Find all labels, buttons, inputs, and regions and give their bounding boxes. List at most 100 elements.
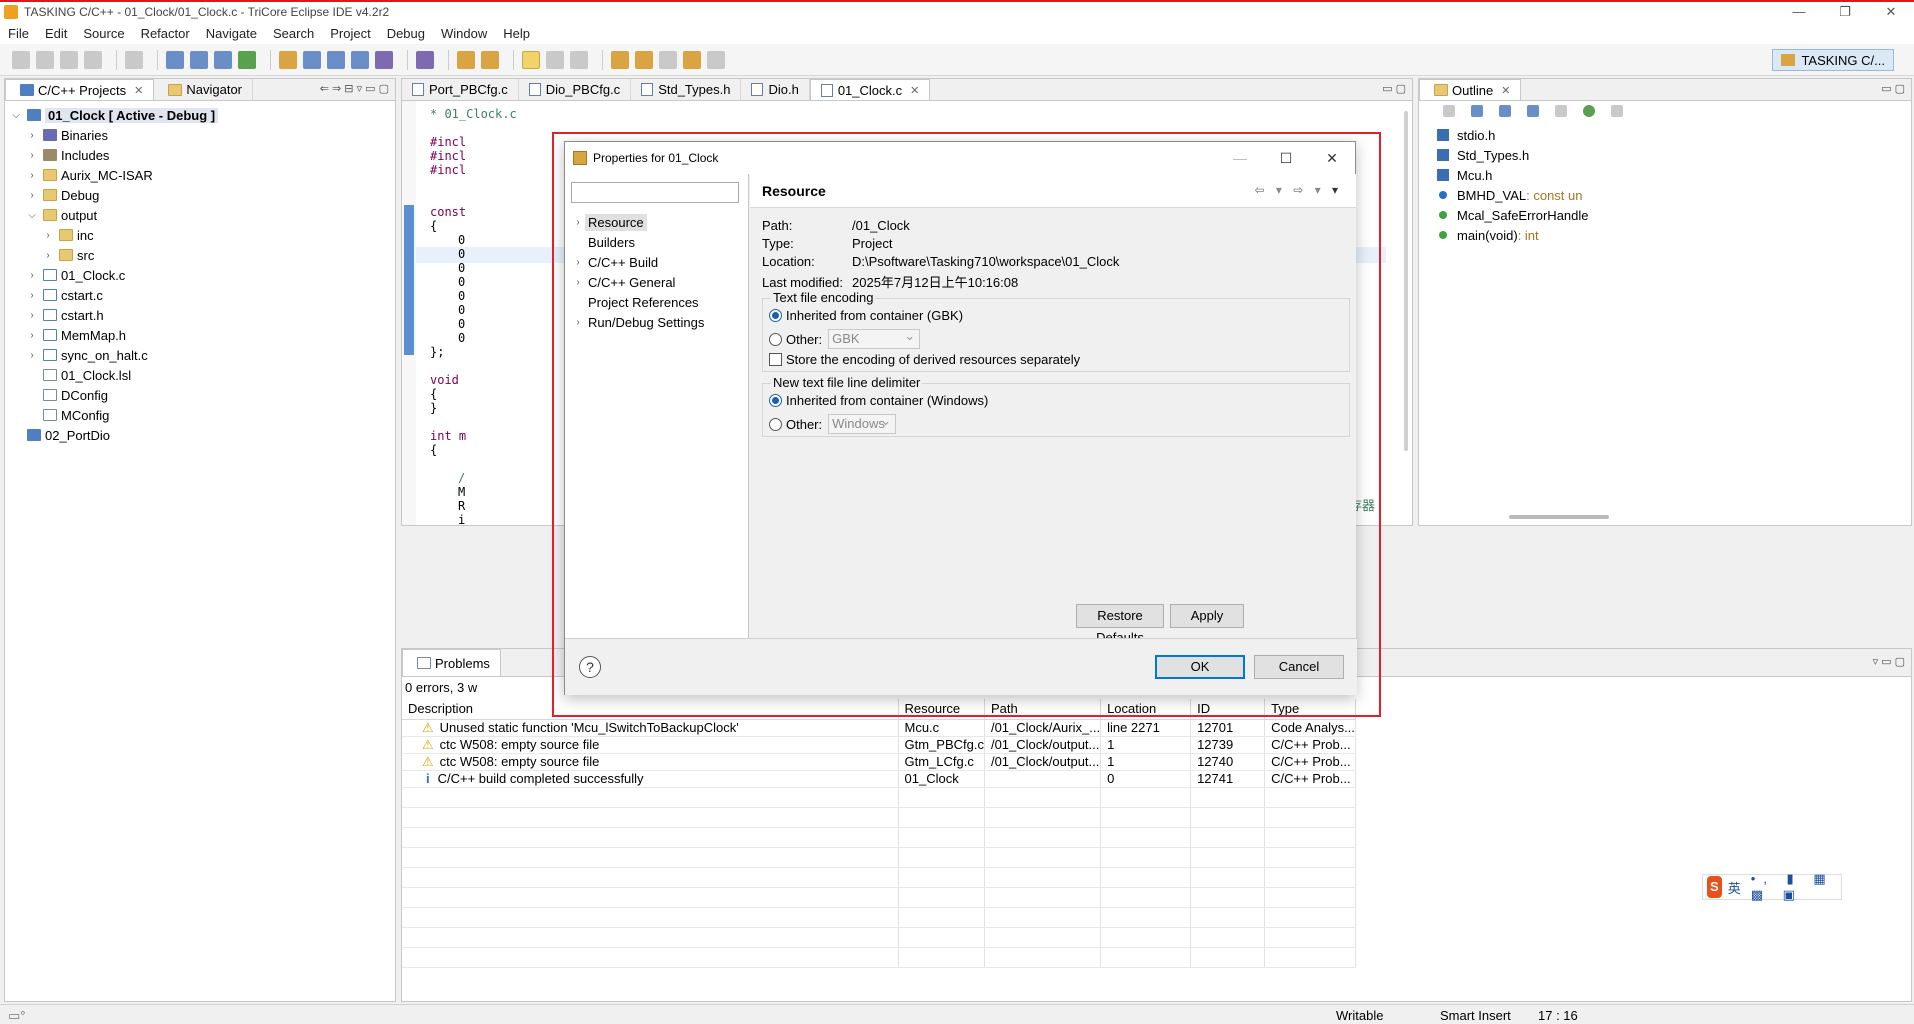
hide-static-icon[interactable]: [1527, 105, 1539, 117]
restore-defaults-button[interactable]: Restore Defaults: [1076, 604, 1164, 645]
problems-minmax-icon[interactable]: ▿ ▭ ▢: [1873, 655, 1905, 668]
last-edit-icon[interactable]: [659, 50, 677, 69]
tab-problems[interactable]: Problems: [402, 649, 501, 676]
open-type-icon[interactable]: [457, 50, 475, 69]
tab-outline[interactable]: Outline ✕: [1419, 79, 1522, 100]
chevron-down-icon[interactable]: ⌵: [9, 110, 23, 121]
chevron-right-icon[interactable]: ›: [25, 170, 39, 181]
save-all-icon[interactable]: [60, 50, 78, 69]
menu-window[interactable]: Window: [441, 26, 487, 41]
filter-input[interactable]: [571, 182, 739, 203]
menu-refactor[interactable]: Refactor: [141, 26, 190, 41]
collapse-all-icon[interactable]: [1443, 105, 1455, 117]
menu-project[interactable]: Project: [330, 26, 370, 41]
tab-cpp-projects[interactable]: C/C++ Projects ✕: [5, 79, 155, 100]
outline-item[interactable]: stdio.h: [1419, 125, 1911, 145]
build-config-icon[interactable]: [303, 50, 321, 69]
dialog-minimize-button[interactable]: —: [1217, 142, 1263, 174]
close-icon[interactable]: ✕: [910, 84, 919, 97]
ime-tools-icon[interactable]: •, ▮ ▦ ▩ ▣: [1751, 871, 1841, 903]
back-icon[interactable]: [683, 50, 701, 69]
table-row[interactable]: ⚠ ctc W508: empty source file Gtm_LCfg.c …: [402, 753, 1356, 771]
menu-file[interactable]: File: [8, 26, 29, 41]
chevron-right-icon[interactable]: ›: [571, 277, 585, 288]
delimiter-other-radio[interactable]: Other: Windows: [769, 412, 897, 434]
menu-search[interactable]: Search: [273, 26, 314, 41]
cancel-button[interactable]: Cancel: [1254, 655, 1344, 679]
chevron-right-icon[interactable]: ›: [41, 230, 55, 241]
new-project-icon[interactable]: [166, 50, 184, 69]
tree-item[interactable]: › inc: [5, 225, 395, 245]
nav-item-project-references[interactable]: Project References: [571, 292, 704, 312]
tree-item[interactable]: ⌵ 01_Clock [ Active - Debug ]: [5, 105, 395, 125]
tree-item[interactable]: › src: [5, 245, 395, 265]
outline-item[interactable]: Mcal_SafeErrorHandle: [1419, 205, 1911, 225]
chevron-right-icon[interactable]: ›: [25, 270, 39, 281]
chevron-right-icon[interactable]: ›: [571, 217, 585, 228]
close-icon[interactable]: ✕: [1501, 84, 1510, 97]
chevron-right-icon[interactable]: ›: [25, 350, 39, 361]
encoding-combo[interactable]: GBK: [828, 327, 921, 349]
chevron-right-icon[interactable]: ›: [25, 310, 39, 321]
column-header[interactable]: ID: [1190, 699, 1266, 720]
menu-edit[interactable]: Edit: [45, 26, 67, 41]
outline-item[interactable]: Mcu.h: [1419, 165, 1911, 185]
hide-members-icon[interactable]: [1583, 105, 1595, 117]
sort-icon[interactable]: [1471, 105, 1483, 117]
ime-toolbar[interactable]: S 英 •, ▮ ▦ ▩ ▣: [1702, 871, 1842, 903]
tree-item[interactable]: › sync_on_halt.c: [5, 345, 395, 365]
restore-button[interactable]: ❐: [1822, 2, 1868, 22]
tab-port-pbcfg[interactable]: Port_PBCfg.c: [402, 79, 519, 100]
tab-dio-h[interactable]: Dio.h: [741, 79, 810, 100]
tree-item[interactable]: › MemMap.h: [5, 325, 395, 345]
editor-minmax-icon[interactable]: ▭ ▢: [1382, 82, 1406, 95]
tree-item[interactable]: 02_PortDio: [5, 425, 395, 445]
table-row[interactable]: i C/C++ build completed successfully 01_C…: [402, 770, 1356, 788]
tree-item[interactable]: MConfig: [5, 405, 395, 425]
nav-item-cpp-general[interactable]: › C/C++ General: [571, 272, 704, 292]
chevron-right-icon[interactable]: ›: [571, 317, 585, 328]
column-header[interactable]: Description: [402, 699, 899, 720]
chevron-down-icon[interactable]: ⌵: [25, 210, 39, 221]
binary-icon[interactable]: [125, 50, 143, 69]
chevron-right-icon[interactable]: ›: [25, 130, 39, 141]
chevron-right-icon[interactable]: ›: [41, 250, 55, 261]
tree-item[interactable]: › Aurix_MC-ISAR: [5, 165, 395, 185]
tree-item[interactable]: › Includes: [5, 145, 395, 165]
outline-item[interactable]: Std_Types.h: [1419, 145, 1911, 165]
chevron-right-icon[interactable]: ›: [25, 190, 39, 201]
tree-item[interactable]: 01_Clock.lsl: [5, 365, 395, 385]
settings-icon[interactable]: [375, 50, 393, 69]
page-navigation-icons[interactable]: ⇦ ▾ ⇨ ▾ ▾: [1254, 183, 1342, 197]
new-icon[interactable]: [12, 50, 30, 69]
horizontal-scrollbar[interactable]: [1509, 515, 1609, 519]
vertical-scrollbar[interactable]: [1404, 111, 1408, 451]
encoding-inherited-radio[interactable]: Inherited from container (GBK): [769, 308, 963, 323]
tree-item[interactable]: › cstart.c: [5, 285, 395, 305]
menu-debug[interactable]: Debug: [387, 26, 425, 41]
build-icon[interactable]: [279, 50, 297, 69]
nav-item-cpp-build[interactable]: › C/C++ Build: [571, 252, 704, 272]
table-row[interactable]: ⚠ Unused static function 'Mcu_lSwitchToBa…: [402, 719, 1356, 737]
outline-item[interactable]: main(void) : int: [1419, 225, 1911, 245]
new-folder-icon[interactable]: [190, 50, 208, 69]
view-menu-icon[interactable]: ⇐ ⇒ ⊟ ▿ ▭ ▢: [320, 82, 389, 95]
dialog-maximize-button[interactable]: ☐: [1263, 142, 1309, 174]
next-annotation-icon[interactable]: [611, 50, 629, 69]
print-icon[interactable]: [84, 50, 102, 69]
hide-nonpublic-icon[interactable]: [1555, 105, 1567, 117]
refresh-icon[interactable]: [238, 50, 256, 69]
help-icon[interactable]: ?: [579, 656, 601, 678]
tab-navigator[interactable]: Navigator: [154, 79, 254, 100]
tree-item[interactable]: › Debug: [5, 185, 395, 205]
menu-source[interactable]: Source: [83, 26, 124, 41]
memory-icon[interactable]: [327, 50, 345, 69]
encoding-other-radio[interactable]: Other: GBK: [769, 327, 921, 349]
tree-item[interactable]: ⌵ output: [5, 205, 395, 225]
nav-item-builders[interactable]: Builders: [571, 232, 704, 252]
chevron-right-icon[interactable]: ›: [25, 150, 39, 161]
column-header[interactable]: Resource: [898, 699, 985, 720]
outline-minmax-icon[interactable]: ▭ ▢: [1881, 82, 1905, 95]
close-button[interactable]: ✕: [1868, 2, 1914, 22]
tree-item[interactable]: › Binaries: [5, 125, 395, 145]
